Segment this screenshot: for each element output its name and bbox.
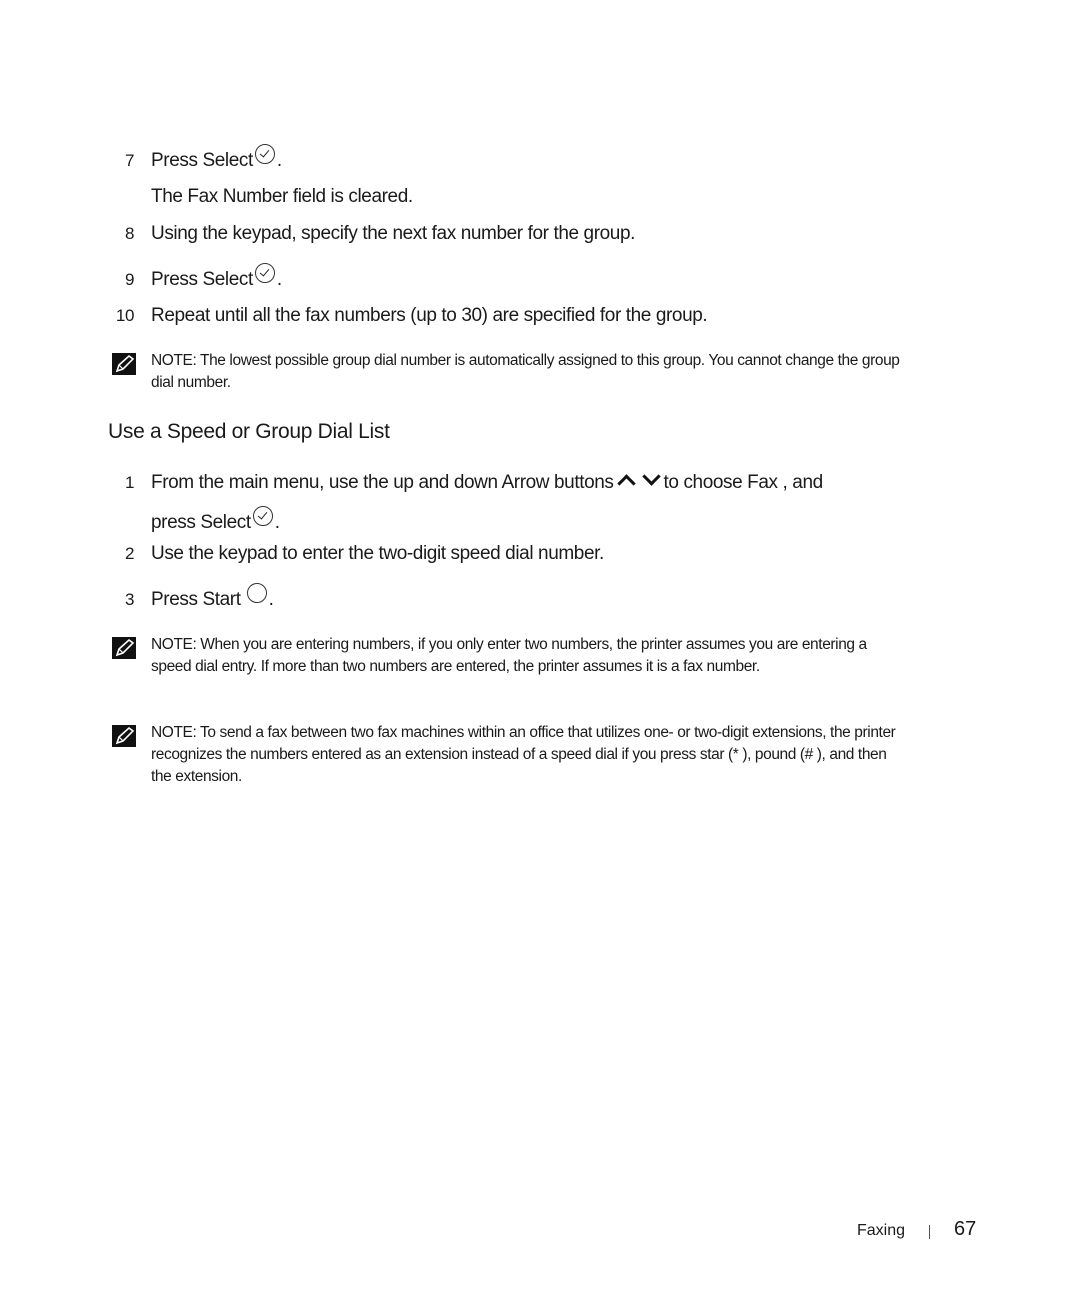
page-footer: Faxing 67 (820, 1216, 980, 1246)
note-pencil-icon (112, 637, 136, 659)
step-number: 7 (124, 151, 134, 170)
step-text: Press Start (151, 589, 241, 610)
step-number: 10 (115, 306, 135, 325)
page-number: 67 (954, 1218, 977, 1240)
arrow-up-icon (616, 474, 636, 493)
step-text: Press Select (151, 269, 253, 290)
select-check-icon (254, 144, 275, 164)
note-pencil-icon (112, 725, 136, 747)
step-punct: . (276, 269, 282, 290)
step-text: From the main menu, use the up and down … (151, 472, 614, 493)
note-label: NOTE: (151, 636, 197, 653)
start-circle-icon (246, 583, 267, 603)
step-punct: . (274, 512, 280, 533)
step-number: 1 (124, 473, 134, 492)
step-text: Press Select (151, 150, 253, 171)
step-7-result: The Fax Number field is cleared. (151, 186, 413, 207)
select-check-icon (254, 263, 275, 283)
step-punct: . (268, 589, 274, 610)
step-number: 2 (124, 544, 134, 563)
arrow-down-icon (641, 467, 661, 486)
note-text: When you are entering numbers, if you on… (151, 636, 867, 675)
step-text-continued: to choose Fax , and (663, 472, 824, 493)
step-number: 3 (124, 590, 134, 609)
section-step-1-line2: press Select. (151, 506, 280, 534)
select-check-icon (252, 506, 273, 526)
step-text: Use the keypad to enter the two-digit sp… (151, 543, 604, 564)
step-number: 8 (124, 224, 134, 243)
step-punct: . (276, 150, 282, 171)
note-label: NOTE: (151, 724, 197, 741)
note-text: The lowest possible group dial number is… (151, 352, 900, 391)
step-text: Using the keypad, specify the next fax n… (151, 223, 636, 244)
section-heading: Use a Speed or Group Dial List (108, 420, 390, 443)
note-text: To send a fax between two fax machines w… (151, 724, 896, 785)
note-label: NOTE: (151, 352, 197, 369)
step-number: 9 (124, 270, 134, 289)
step-text: press Select (151, 512, 251, 533)
step-text: Repeat until all the fax numbers (up to … (151, 305, 708, 326)
footer-divider (929, 1225, 930, 1239)
note-pencil-icon (112, 353, 136, 375)
footer-section-name: Faxing (857, 1222, 906, 1239)
